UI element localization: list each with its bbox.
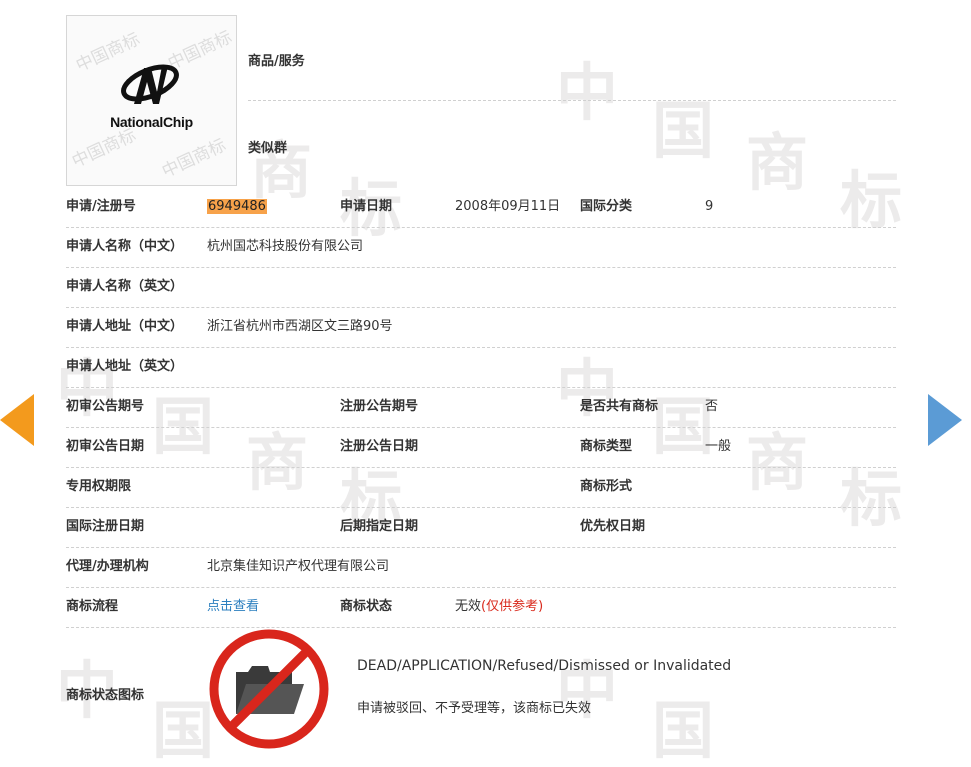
exclusive-label: 专用权期限 <box>66 479 132 494</box>
applicant-en-row: 申请人名称（英文） <box>66 267 896 308</box>
applicant-en-label: 申请人名称（英文） <box>66 279 184 294</box>
applicant-cn-value: 杭州国芯科技股份有限公司 <box>207 239 364 254</box>
apply-date-label: 申请日期 <box>340 199 393 214</box>
status-note: (仅供参考) <box>481 599 544 614</box>
prelim-no-label: 初审公告期号 <box>66 399 145 414</box>
watermark-char: 国 <box>152 694 215 767</box>
applicant-cn-label: 申请人名称（中文） <box>66 239 184 254</box>
address-en-label: 申请人地址（英文） <box>66 359 184 374</box>
agent-value: 北京集佳知识产权代理有限公司 <box>207 559 390 574</box>
intl-class-label: 国际分类 <box>580 199 633 214</box>
agent-label: 代理/办理机构 <box>66 559 149 574</box>
mark-type-value: 一般 <box>705 439 732 454</box>
prelim-date-label: 初审公告日期 <box>66 439 145 454</box>
invalidated-status-icon <box>209 629 329 749</box>
reg-announce-no-label: 注册公告期号 <box>340 399 419 414</box>
status-icon-label: 商标状态图标 <box>66 688 145 703</box>
goods-services-row: 商品/服务 <box>248 40 896 101</box>
process-label: 商标流程 <box>66 599 119 614</box>
process-link-wrap: 点击查看 <box>207 587 259 627</box>
status-value-wrap: 无效(仅供参考) <box>455 587 543 627</box>
exclusive-row: 专用权期限 商标形式 <box>66 467 896 508</box>
reg-no-value: 6949486 <box>207 187 267 227</box>
apply-date-value: 2008年09月11日 <box>455 199 561 214</box>
prev-arrow-icon[interactable] <box>0 394 34 446</box>
prelim-date-row: 初审公告日期 注册公告日期 商标类型 一般 <box>66 427 896 468</box>
reg-no-highlight: 6949486 <box>207 199 267 214</box>
similar-group-label: 类似群 <box>248 141 288 156</box>
reg-no-row: 申请/注册号 6949486 申请日期 2008年09月11日 国际分类 9 <box>66 187 896 228</box>
watermark-char: 国 <box>652 694 715 767</box>
status-value: 无效 <box>455 599 482 614</box>
nationalchip-logo-icon <box>121 64 179 104</box>
intl-class-value: 9 <box>705 199 714 214</box>
process-row: 商标流程 点击查看 商标状态 无效(仅供参考) <box>66 587 896 628</box>
view-process-link[interactable]: 点击查看 <box>207 599 259 614</box>
similar-group-row: 类似群 <box>248 128 896 160</box>
later-designation-label: 后期指定日期 <box>340 519 419 534</box>
logo-text: NationalChip <box>110 114 193 130</box>
status-chinese-text: 申请被驳回、不予受理等，该商标已失效 <box>357 701 592 716</box>
intl-reg-row: 国际注册日期 后期指定日期 优先权日期 <box>66 507 896 548</box>
reg-no-label: 申请/注册号 <box>66 199 136 214</box>
agent-row: 代理/办理机构 北京集佳知识产权代理有限公司 <box>66 547 896 588</box>
address-cn-label: 申请人地址（中文） <box>66 319 184 334</box>
address-cn-row: 申请人地址（中文） 浙江省杭州市西湖区文三路90号 <box>66 307 896 348</box>
mark-form-label: 商标形式 <box>580 479 633 494</box>
next-arrow-icon[interactable] <box>928 394 962 446</box>
goods-services-label: 商品/服务 <box>248 54 305 69</box>
reg-announce-date-label: 注册公告日期 <box>340 439 419 454</box>
logo-watermark: 中国商标 <box>159 135 230 183</box>
intl-reg-date-label: 国际注册日期 <box>66 519 145 534</box>
mark-type-label: 商标类型 <box>580 439 633 454</box>
trademark-logo: 中国商标 中国商标 中国商标 中国商标 NationalChip <box>66 15 237 186</box>
prelim-no-row: 初审公告期号 注册公告期号 是否共有商标 否 <box>66 387 896 428</box>
status-english-text: DEAD/APPLICATION/Refused/Dismissed or In… <box>357 658 732 674</box>
shared-mark-value: 否 <box>705 399 719 414</box>
address-en-row: 申请人地址（英文） <box>66 347 896 388</box>
address-cn-value: 浙江省杭州市西湖区文三路90号 <box>207 319 393 334</box>
applicant-cn-row: 申请人名称（中文） 杭州国芯科技股份有限公司 <box>66 227 896 268</box>
shared-mark-label: 是否共有商标 <box>580 399 659 414</box>
priority-date-label: 优先权日期 <box>580 519 646 534</box>
status-label: 商标状态 <box>340 599 393 614</box>
